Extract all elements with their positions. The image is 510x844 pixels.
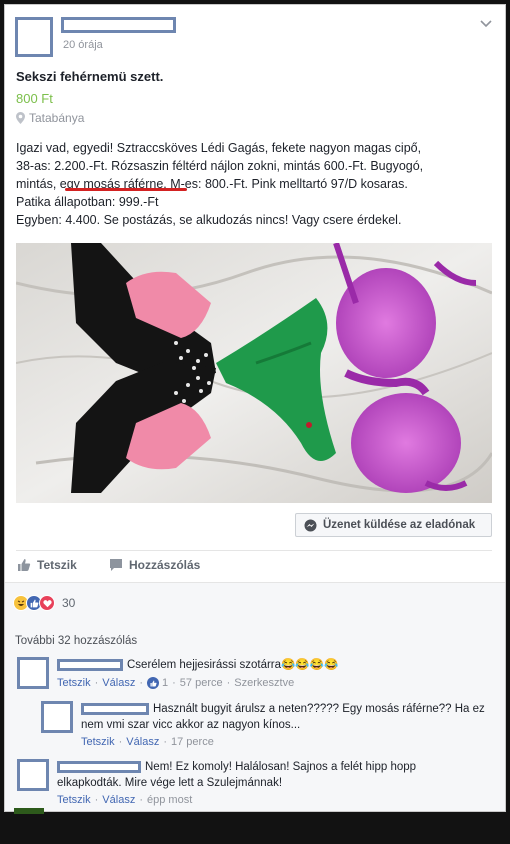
- location-pin-icon: [16, 112, 25, 124]
- listing-photo[interactable]: [16, 243, 492, 503]
- description-line: Igazi vad, egyedi! Sztraccsköves Lédi Ga…: [16, 141, 422, 155]
- comment-icon: [110, 559, 122, 571]
- poster-name[interactable]: [61, 17, 176, 33]
- comment-time[interactable]: 57 perce: [180, 677, 223, 689]
- commenter-name[interactable]: [57, 659, 123, 671]
- description-line: Egyben: 4.400. Se postázás, se alkudozás…: [16, 213, 402, 227]
- comment-meta: Tetszik · Válasz · épp most: [57, 794, 193, 806]
- comment-text: Nem! Ez komoly! Halálosan! Sajnos a felé…: [145, 759, 416, 775]
- listing-title: Sekszi fehérnemü szett.: [16, 69, 164, 84]
- comment-time[interactable]: 17 perce: [171, 736, 214, 748]
- listing-description: Igazi vad, egyedi! Sztraccsköves Lédi Ga…: [16, 139, 496, 229]
- comment-text-line: Használt bugyit árulsz a neten????? Egy …: [153, 703, 485, 715]
- listing-price: 800 Ft: [16, 91, 53, 106]
- comment-text-line: Nem! Ez komoly! Halálosan! Sajnos a felé…: [145, 761, 417, 773]
- comments-section: 30 További 32 hozzászólás Cserélem hejje…: [5, 582, 505, 811]
- reaction-count: 30: [62, 596, 76, 610]
- comment-label: Hozzászólás: [129, 558, 201, 572]
- next-item-edge: [14, 808, 44, 814]
- post-card: 20 órája Sekszi fehérnemü szett. 800 Ft …: [4, 4, 506, 812]
- comment-edited[interactable]: Szerkesztve: [234, 677, 294, 689]
- comment-text: nem vmi szar vicc akkor az nagyon kínos.…: [81, 717, 300, 733]
- comment-text: Használt bugyit árulsz a neten????? Egy …: [153, 701, 485, 717]
- chevron-down-icon[interactable]: [479, 17, 493, 31]
- location-text: Tatabánya: [29, 111, 85, 125]
- commenter-avatar[interactable]: [41, 701, 73, 733]
- thumbs-up-icon: [18, 559, 31, 571]
- comment-like-link[interactable]: Tetszik: [57, 677, 91, 689]
- comment-like-count[interactable]: 1: [162, 677, 168, 689]
- comment-reply-link[interactable]: Válasz: [126, 736, 159, 748]
- comment-reply-link[interactable]: Válasz: [102, 677, 135, 689]
- commenter-avatar[interactable]: [17, 759, 49, 791]
- view-more-comments-link[interactable]: További 32 hozzászólás: [15, 635, 137, 647]
- divider: [16, 550, 492, 551]
- comment-meta: Tetszik · Válasz · 17 perce: [81, 736, 214, 748]
- comment-time[interactable]: épp most: [147, 794, 192, 806]
- like-button[interactable]: Tetszik: [17, 558, 77, 572]
- comment-text-line: nem vmi szar vicc akkor az nagyon kínos.…: [81, 719, 301, 731]
- commenter-name[interactable]: [81, 703, 149, 715]
- comment-text-line: elkapkodták. Mire vége lett a Szulejmánn…: [57, 777, 283, 789]
- message-seller-label: Üzenet küldése az eladónak: [323, 519, 476, 531]
- messenger-icon: [304, 519, 317, 531]
- comment-text: Cserélem hejjesirássi szotárra😂😂😂😂: [127, 659, 339, 671]
- commenter-name[interactable]: [57, 761, 141, 773]
- comment-text: elkapkodták. Mire vége lett a Szulejmánn…: [57, 775, 282, 791]
- description-line: Patika állapotban: 999.-Ft: [16, 195, 159, 209]
- comment-button[interactable]: Hozzászólás: [109, 558, 200, 572]
- reactions-summary[interactable]: 30: [13, 595, 75, 611]
- message-seller-button[interactable]: Üzenet küldése az eladónak: [295, 513, 492, 537]
- comment-meta: Tetszik · Válasz · 1 · 57 perce · Szerke…: [57, 677, 295, 689]
- listing-location: Tatabánya: [16, 111, 84, 125]
- love-icon: [39, 595, 55, 611]
- description-line: 38-as: 2.200.-Ft. Rózsaszin féltérd nájl…: [16, 159, 424, 173]
- comment-like-link[interactable]: Tetszik: [57, 794, 91, 806]
- post-timestamp[interactable]: 20 órája: [63, 39, 103, 51]
- commenter-avatar[interactable]: [17, 657, 49, 689]
- like-label: Tetszik: [37, 558, 77, 572]
- comment-like-link[interactable]: Tetszik: [81, 736, 115, 748]
- comment-reply-link[interactable]: Válasz: [102, 794, 135, 806]
- thumbs-up-icon: [147, 677, 159, 689]
- poster-avatar[interactable]: [15, 17, 53, 57]
- red-underline-annotation: [65, 188, 187, 191]
